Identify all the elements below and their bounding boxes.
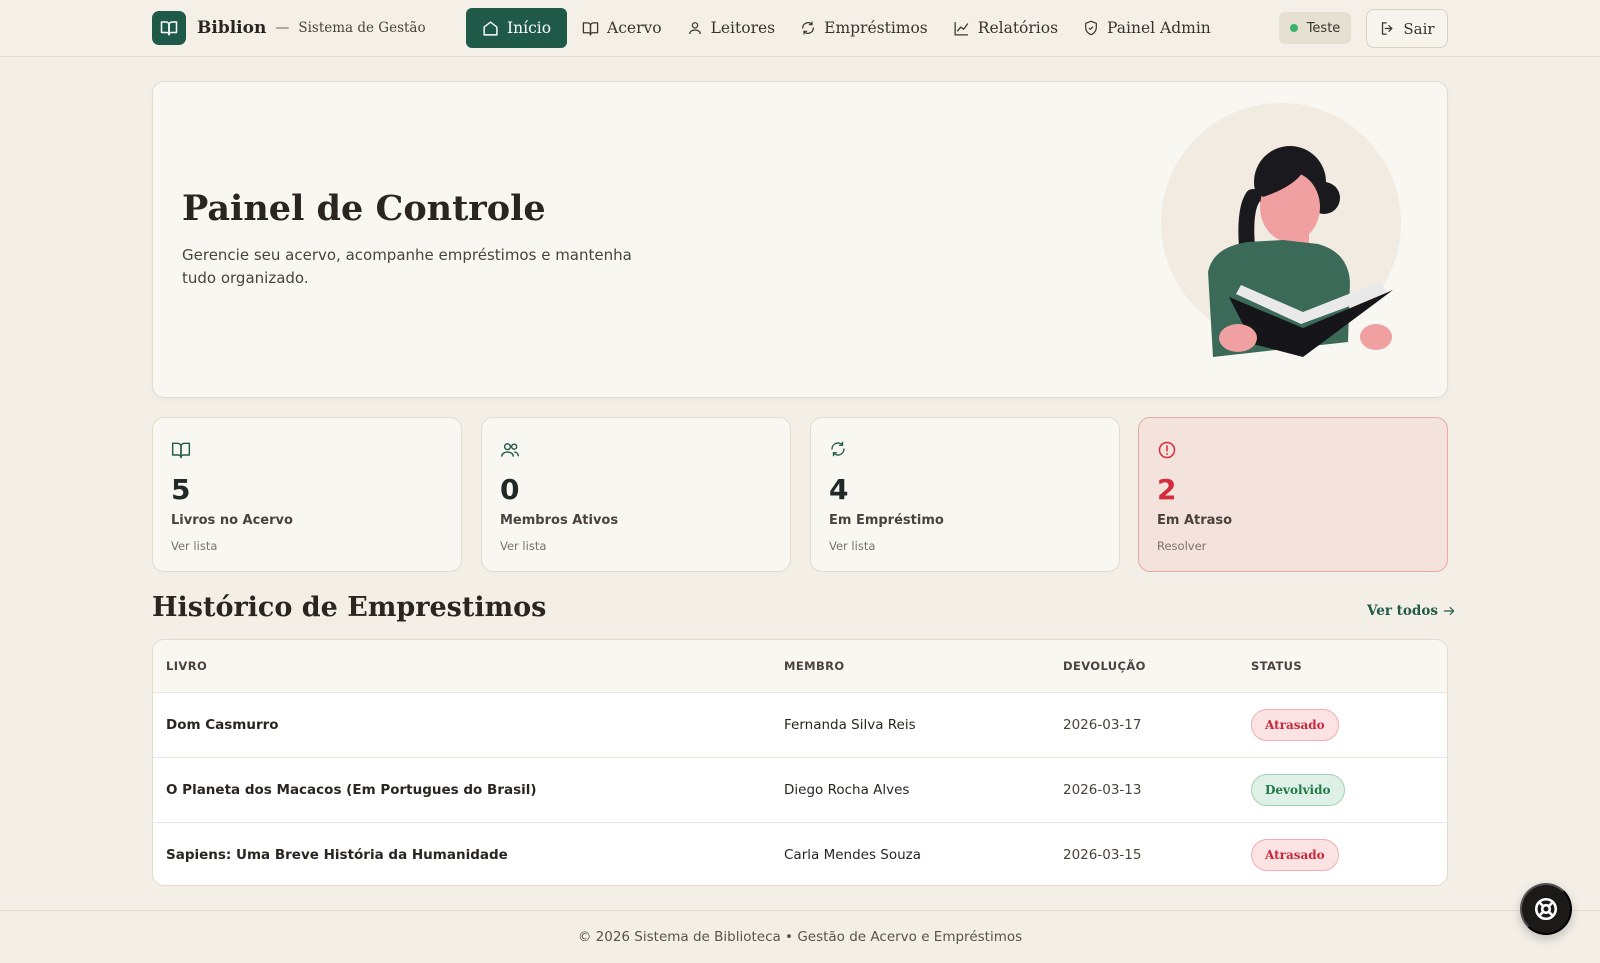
due-date: 2026-03-15 [1063, 847, 1142, 863]
stat-label: Em Empréstimo [829, 513, 944, 528]
refresh-icon [831, 441, 845, 457]
help-button[interactable] [1520, 883, 1572, 935]
table-row[interactable]: O Planeta dos Macacos (Em Portugues do B… [153, 757, 1447, 822]
stat-label: Em Atraso [1157, 513, 1233, 528]
status-badge: Atrasado [1251, 709, 1339, 741]
reading-woman-illustration [1161, 103, 1401, 357]
footer-text: © 2026 Sistema de Biblioteca • Gestão de… [577, 929, 1023, 945]
stat-value: 5 [171, 473, 191, 506]
nav-label: Painel Admin [1107, 19, 1211, 37]
lifebuoy-icon [1534, 897, 1558, 921]
brand-separator: — [275, 20, 290, 36]
logout-label: Sair [1403, 19, 1435, 38]
hero-card: Painel de Controle Gerencie seu acervo, … [152, 81, 1448, 398]
stat-link[interactable]: Ver lista [171, 539, 217, 553]
stat-card-members[interactable]: 0 Membros Ativos Ver lista [481, 417, 791, 572]
top-navbar: Biblion — Sistema de Gestão Início Acerv… [0, 0, 1600, 57]
stat-value: 0 [500, 473, 520, 506]
stat-card-books[interactable]: 5 Livros no Acervo Ver lista [152, 417, 462, 572]
due-date: 2026-03-17 [1063, 717, 1142, 733]
loan-history-table: LIVRO MEMBRO DEVOLUÇÃO STATUS Dom Casmur… [152, 639, 1448, 886]
column-header: STATUS [1251, 659, 1303, 673]
alert-icon [1158, 441, 1176, 459]
refresh-icon [802, 21, 815, 35]
see-all-link[interactable]: Ver todos [1367, 603, 1456, 619]
book-icon [171, 442, 191, 459]
column-header: DEVOLUÇÃO [1063, 659, 1146, 673]
stat-label: Livros no Acervo [171, 513, 293, 528]
status-dot-icon [1289, 24, 1298, 32]
column-header: MEMBRO [784, 659, 845, 673]
nav-label: Acervo [607, 19, 662, 37]
environment-label: Teste [1306, 20, 1341, 36]
stat-link[interactable]: Resolver [1157, 539, 1206, 553]
nav-label: Relatórios [977, 19, 1059, 37]
stat-label: Membros Ativos [500, 513, 619, 528]
see-all-label: Ver todos [1367, 603, 1438, 619]
nav-item-relatorios[interactable]: Relatórios [940, 8, 1070, 48]
shield-icon [1085, 20, 1097, 36]
logout-icon [1382, 22, 1393, 35]
member-name: Diego Rocha Alves [784, 782, 910, 798]
brand-logo-icon [152, 11, 186, 45]
brand[interactable]: Biblion — Sistema de Gestão [152, 11, 426, 45]
chart-line-icon [954, 21, 969, 36]
nav-item-emprestimos[interactable]: Empréstimos [787, 8, 940, 48]
book-title: Dom Casmurro [166, 717, 279, 733]
main-nav: Início Acervo Leitores Empréstimos Relat… [466, 8, 1223, 48]
nav-label: Empréstimos [824, 19, 928, 37]
user-icon [688, 22, 701, 35]
book-title: O Planeta dos Macacos (Em Portugues do B… [166, 782, 537, 798]
footer: © 2026 Sistema de Biblioteca • Gestão de… [0, 910, 1600, 963]
table-header: LIVRO MEMBRO DEVOLUÇÃO STATUS [153, 640, 1447, 692]
status-badge: Atrasado [1251, 839, 1339, 871]
due-date: 2026-03-13 [1063, 782, 1142, 798]
stat-value: 2 [1157, 473, 1177, 506]
table-row[interactable]: Dom Casmurro Fernanda Silva Reis 2026-03… [153, 692, 1447, 757]
brand-subtitle: Sistema de Gestão [298, 20, 426, 36]
stat-card-overdue[interactable]: 2 Em Atraso Resolver [1138, 417, 1448, 572]
home-icon [483, 20, 498, 36]
section-title: Histórico de Emprestimos [152, 592, 547, 623]
nav-item-acervo[interactable]: Acervo [569, 8, 674, 48]
page-description: Gerencie seu acervo, acompanhe empréstim… [182, 246, 632, 287]
stat-link[interactable]: Ver lista [500, 539, 546, 553]
book-icon [582, 21, 599, 36]
nav-label: Leitores [710, 19, 776, 37]
column-header: LIVRO [166, 659, 208, 673]
brand-name: Biblion [197, 18, 267, 38]
stat-link[interactable]: Ver lista [829, 539, 875, 553]
table-row[interactable]: Sapiens: Uma Breve História da Humanidad… [153, 822, 1447, 885]
nav-item-leitores[interactable]: Leitores [674, 8, 788, 48]
page-title: Painel de Controle [182, 188, 546, 229]
arrow-right-icon [1443, 606, 1455, 616]
book-title: Sapiens: Uma Breve História da Humanidad… [166, 847, 508, 863]
status-badge: Devolvido [1251, 774, 1345, 806]
member-name: Fernanda Silva Reis [784, 717, 916, 733]
logout-button[interactable]: Sair [1366, 9, 1448, 48]
nav-label: Início [507, 19, 552, 37]
nav-item-inicio[interactable]: Início [466, 8, 568, 48]
users-icon [500, 443, 520, 457]
nav-item-painel-admin[interactable]: Painel Admin [1070, 8, 1223, 48]
environment-badge: Teste [1279, 12, 1351, 44]
member-name: Carla Mendes Souza [784, 847, 922, 863]
stat-card-loans[interactable]: 4 Em Empréstimo Ver lista [810, 417, 1120, 572]
stat-value: 4 [829, 473, 849, 506]
